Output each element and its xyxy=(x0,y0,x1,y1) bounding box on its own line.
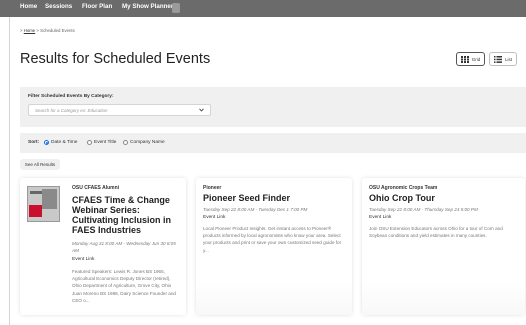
sort-label: Sort: xyxy=(28,140,40,145)
event-category: OSU Agronomic Crops Team xyxy=(369,185,438,191)
event-category: Pioneer xyxy=(203,185,222,191)
nav-floor-plan[interactable]: Floor Plan xyxy=(82,3,112,10)
event-description: Local Pioneer Product Insights. Get inst… xyxy=(203,226,342,253)
nav-home[interactable]: Home xyxy=(20,3,37,10)
page-edge-line xyxy=(9,17,10,325)
radio-icon xyxy=(87,140,92,145)
list-icon xyxy=(493,55,502,63)
card-fade xyxy=(196,281,352,315)
event-card[interactable]: OSU CFAES Alumni CFAES Time & Change Web… xyxy=(20,178,186,315)
thumbnail-photo xyxy=(42,189,57,209)
event-datetime: Tuesday Sep 22 8:00 AM - Tuesday Dec 1 7… xyxy=(203,207,308,212)
event-description: Featured Speakers: Lewis R. Jones BS 196… xyxy=(72,269,176,303)
see-all-results-button[interactable]: See All Results xyxy=(20,159,60,170)
category-select[interactable]: Search for a Category ex: Education xyxy=(28,104,211,116)
event-category: OSU CFAES Alumni xyxy=(72,185,120,191)
event-card[interactable]: Pioneer Pioneer Seed Finder Tuesday Sep … xyxy=(196,178,352,315)
category-select-placeholder: Search for a Category ex: Education xyxy=(35,108,108,113)
page-title: Results for Scheduled Events xyxy=(20,51,211,67)
sort-option-company-name[interactable]: Company Name xyxy=(123,140,165,145)
list-view-label: List xyxy=(504,56,512,62)
sort-option-label: Company Name xyxy=(130,140,165,145)
event-link[interactable]: Event Link xyxy=(72,257,94,262)
sort-option-label: Event Title xyxy=(94,140,117,145)
event-datetime: Tuesday Sep 22 8:00 AM - Thursday Sep 24… xyxy=(369,207,478,212)
nav-toggle-icon[interactable] xyxy=(172,3,180,13)
breadcrumb-separator: > xyxy=(20,28,23,33)
breadcrumb-home-link[interactable]: Home xyxy=(24,28,35,33)
event-link[interactable]: Event Link xyxy=(369,215,391,220)
grid-view-label: Grid xyxy=(471,56,481,62)
event-datetime: Monday Aug 31 8:00 AM - Wednesday Jun 30… xyxy=(72,241,176,253)
nav-sessions[interactable]: Sessions xyxy=(45,3,72,10)
sort-option-date-time[interactable]: Date & Time xyxy=(44,140,77,145)
grid-view-button[interactable]: Grid xyxy=(456,52,485,66)
grid-icon xyxy=(460,55,469,63)
sort-panel: Sort: Date & Time Event Title Company Na… xyxy=(20,133,526,153)
thumbnail-band xyxy=(30,191,42,194)
event-title[interactable]: CFAES Time & Change Webinar Series: Cult… xyxy=(72,195,182,235)
event-title[interactable]: Pioneer Seed Finder xyxy=(203,193,348,203)
card-fade xyxy=(362,281,525,315)
nav-my-show-planner[interactable]: My Show Planner xyxy=(122,3,173,10)
thumbnail-logo xyxy=(29,205,42,217)
top-nav: Home Sessions Floor Plan My Show Planner xyxy=(0,0,526,17)
sort-option-event-title[interactable]: Event Title xyxy=(87,140,116,145)
breadcrumb: > Home > Scheduled Events xyxy=(20,28,75,33)
event-description: Join OSU Extension Educators across Ohio… xyxy=(369,226,503,239)
event-title[interactable]: Ohio Crop Tour xyxy=(369,193,519,203)
event-link[interactable]: Event Link xyxy=(203,215,225,220)
sort-option-label: Date & Time xyxy=(51,140,78,145)
breadcrumb-separator: > xyxy=(36,28,39,33)
event-thumbnail xyxy=(27,186,60,222)
list-view-button[interactable]: List xyxy=(489,52,517,66)
chevron-down-icon xyxy=(199,108,204,112)
radio-icon xyxy=(123,140,128,145)
filter-label: Filter Scheduled Events By Category: xyxy=(28,94,114,99)
breadcrumb-current: Scheduled Events xyxy=(40,28,75,33)
event-card[interactable]: OSU Agronomic Crops Team Ohio Crop Tour … xyxy=(362,178,525,315)
category-filter-panel: Filter Scheduled Events By Category: Sea… xyxy=(20,87,526,127)
radio-selected-icon xyxy=(44,140,49,145)
